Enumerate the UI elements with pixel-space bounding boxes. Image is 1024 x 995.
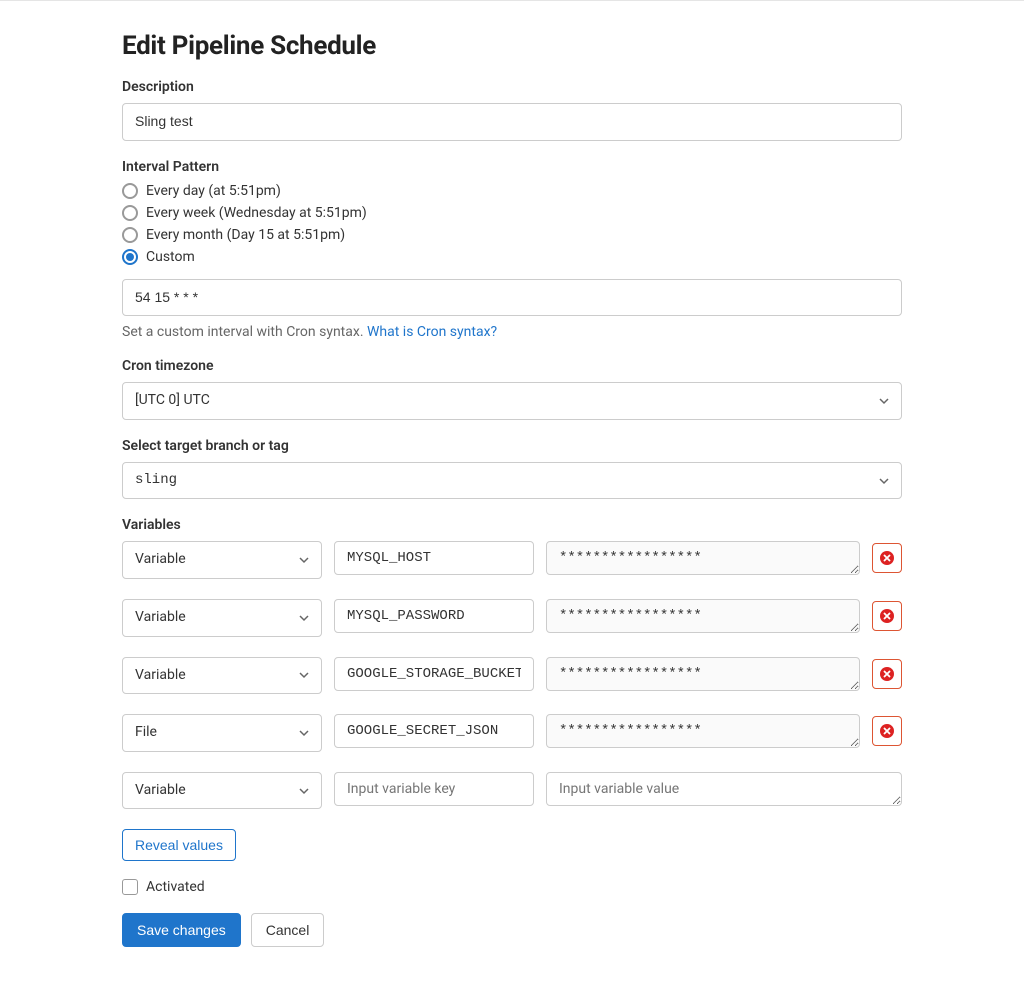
delete-variable-button[interactable] xyxy=(872,659,902,689)
page-title: Edit Pipeline Schedule xyxy=(122,31,902,61)
variable-type-select[interactable]: Variable xyxy=(122,657,322,695)
variable-key-input[interactable] xyxy=(334,599,534,633)
cron-input[interactable] xyxy=(122,279,902,317)
cron-help-link[interactable]: What is Cron syntax? xyxy=(367,324,497,340)
description-label: Description xyxy=(122,79,902,95)
variable-type-select[interactable]: Variable xyxy=(122,541,322,579)
radio-custom[interactable] xyxy=(122,249,138,265)
radio-monthly[interactable] xyxy=(122,227,138,243)
save-button[interactable]: Save changes xyxy=(122,913,241,947)
cron-help-text: Set a custom interval with Cron syntax. … xyxy=(122,324,902,340)
variable-type-select[interactable]: Variable xyxy=(122,599,322,637)
variables-label: Variables xyxy=(122,517,902,533)
variable-key-input[interactable] xyxy=(334,772,534,806)
variable-value-input[interactable]: ***************** xyxy=(546,599,860,633)
radio-monthly-label: Every month (Day 15 at 5:51pm) xyxy=(146,227,345,243)
variable-key-input[interactable] xyxy=(334,657,534,691)
target-label: Select target branch or tag xyxy=(122,438,902,454)
radio-daily[interactable] xyxy=(122,183,138,199)
cancel-button[interactable]: Cancel xyxy=(251,913,325,947)
delete-variable-button[interactable] xyxy=(872,543,902,573)
variable-value-input[interactable]: ***************** xyxy=(546,541,860,575)
variable-key-input[interactable] xyxy=(334,714,534,748)
description-input[interactable] xyxy=(122,103,902,141)
variable-value-input[interactable] xyxy=(546,772,902,806)
delete-variable-button[interactable] xyxy=(872,716,902,746)
activated-label: Activated xyxy=(146,879,205,895)
variable-value-input[interactable]: ***************** xyxy=(546,714,860,748)
radio-custom-label: Custom xyxy=(146,249,195,265)
radio-weekly[interactable] xyxy=(122,205,138,221)
target-select[interactable]: sling xyxy=(122,462,902,500)
delete-variable-button[interactable] xyxy=(872,601,902,631)
reveal-values-button[interactable]: Reveal values xyxy=(122,829,236,861)
activated-checkbox[interactable] xyxy=(122,879,138,895)
timezone-label: Cron timezone xyxy=(122,358,902,374)
variable-value-input[interactable]: ***************** xyxy=(546,657,860,691)
variable-type-select[interactable]: File xyxy=(122,714,322,752)
interval-label: Interval Pattern xyxy=(122,159,902,175)
variable-type-select[interactable]: Variable xyxy=(122,772,322,810)
radio-weekly-label: Every week (Wednesday at 5:51pm) xyxy=(146,205,367,221)
variable-key-input[interactable] xyxy=(334,541,534,575)
timezone-select[interactable]: [UTC 0] UTC xyxy=(122,382,902,420)
radio-daily-label: Every day (at 5:51pm) xyxy=(146,183,281,199)
